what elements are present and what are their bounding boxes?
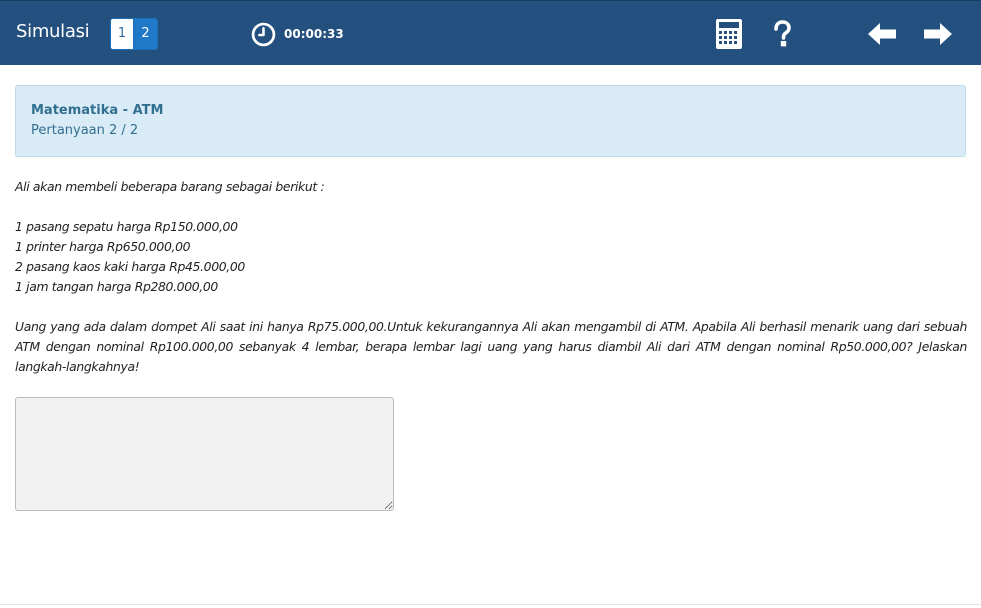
- question-item: 1 printer harga Rp650.000,00: [15, 239, 191, 254]
- question-item: 2 pasang kaos kaki harga Rp45.000,00: [15, 259, 245, 274]
- help-icon[interactable]: [768, 18, 796, 50]
- subject-title: Matematika - ATM: [31, 103, 164, 118]
- arrow-left-icon[interactable]: [866, 18, 898, 50]
- answer-textarea[interactable]: [15, 397, 394, 511]
- question-navigation: 1 2: [110, 18, 158, 50]
- footer-divider: [0, 604, 981, 605]
- app-title: Simulasi: [16, 21, 90, 42]
- top-bar: Simulasi 1 2 00:00:33: [0, 0, 981, 65]
- calculator-icon[interactable]: [715, 18, 743, 50]
- question-text: Ali akan membeli beberapa barang sebagai…: [15, 177, 967, 377]
- timer-text: 00:00:33: [284, 27, 344, 41]
- question-item: 1 pasang sepatu harga Rp150.000,00: [15, 219, 238, 234]
- question-intro: Ali akan membeli beberapa barang sebagai…: [15, 179, 325, 194]
- timer: 00:00:33: [251, 21, 344, 47]
- question-info-box: Matematika - ATM Pertanyaan 2 / 2: [15, 85, 966, 157]
- question-counter: Pertanyaan 2 / 2: [31, 123, 139, 138]
- question-body: Uang yang ada dalam dompet Ali saat ini …: [15, 319, 967, 374]
- question-nav-button-1[interactable]: 1: [110, 18, 134, 50]
- question-nav-button-2[interactable]: 2: [134, 18, 158, 50]
- question-item: 1 jam tangan harga Rp280.000,00: [15, 279, 218, 294]
- arrow-right-icon[interactable]: [922, 18, 954, 50]
- clock-icon: [251, 22, 276, 46]
